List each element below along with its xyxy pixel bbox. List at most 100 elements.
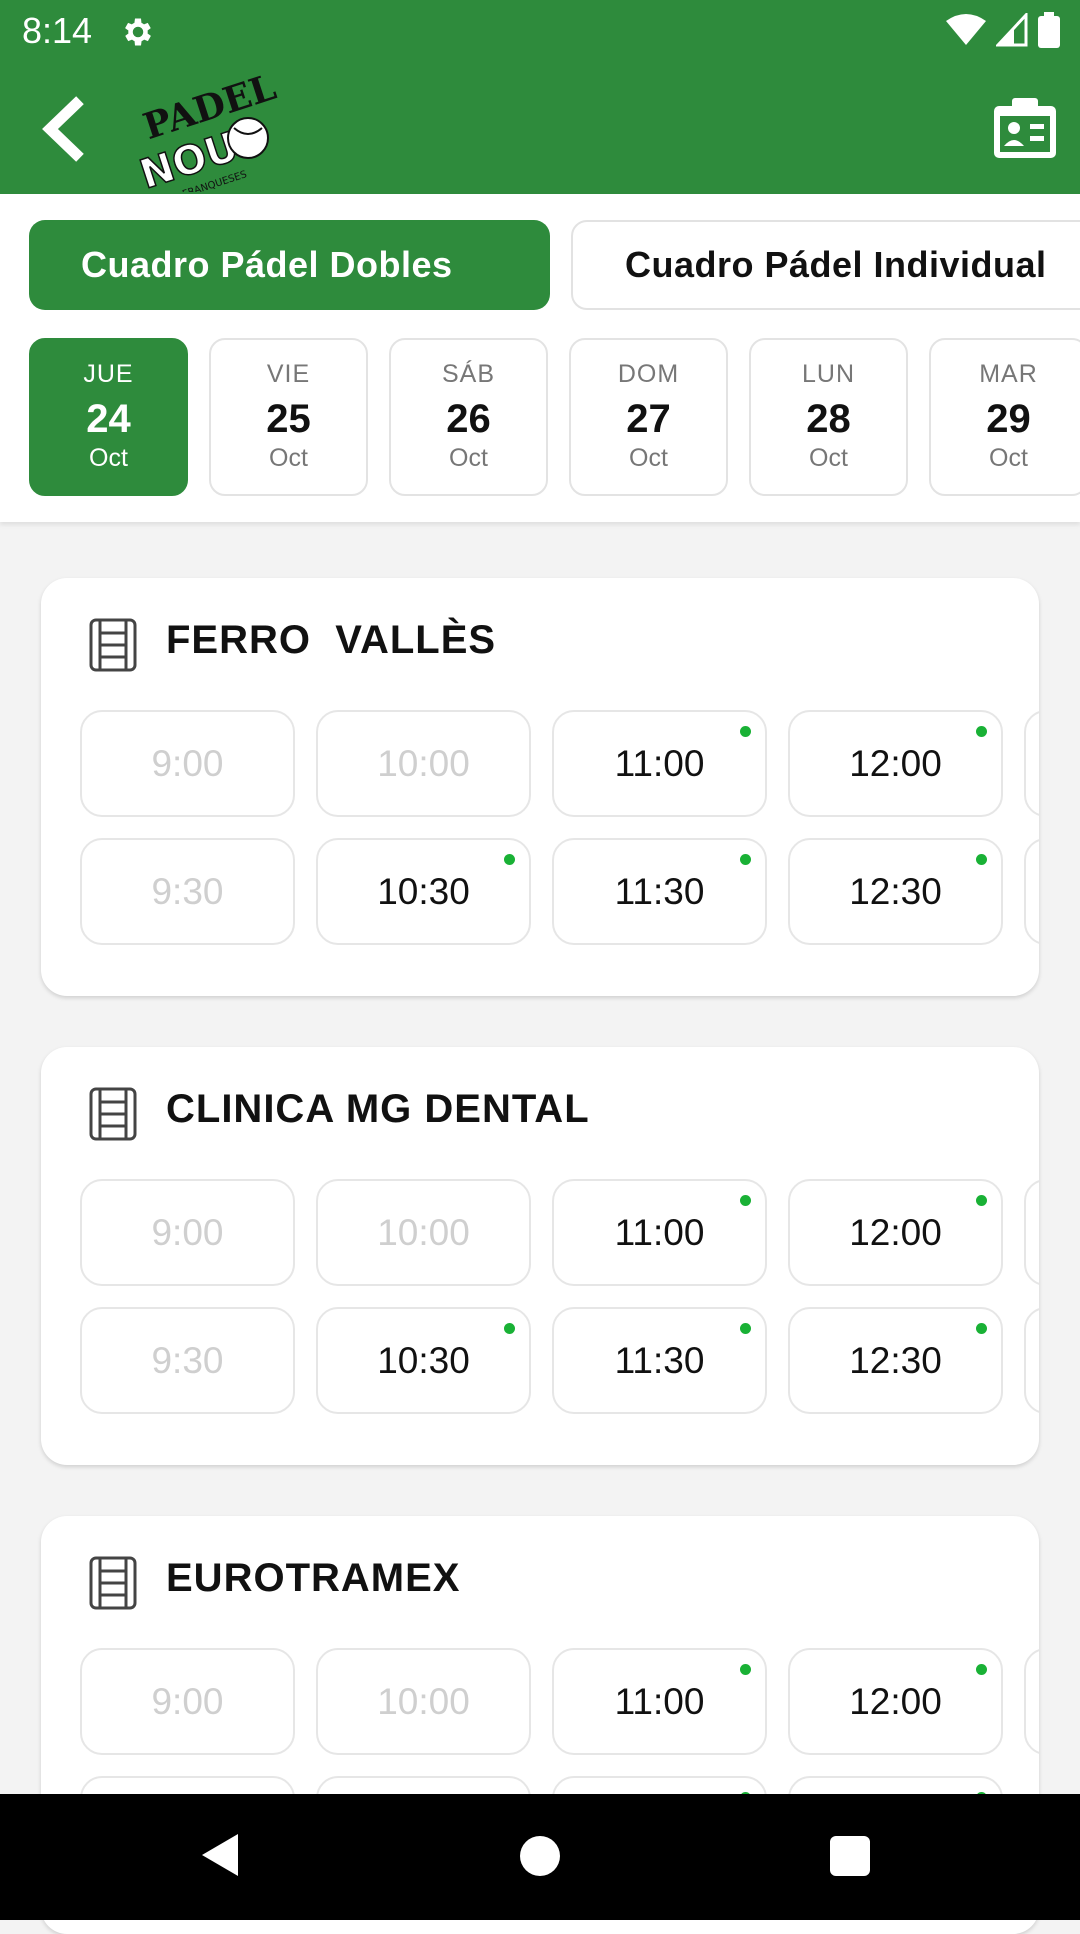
- filter-section: Cuadro Pádel Dobles Cuadro Pádel Individ…: [0, 194, 1080, 522]
- slot-time: 9:00: [151, 1211, 224, 1253]
- back-arrow-icon[interactable]: [36, 94, 96, 164]
- time-slot[interactable]: 11:30: [552, 838, 767, 945]
- weekday-label: JUE: [83, 360, 134, 388]
- month-label: Oct: [449, 444, 488, 472]
- available-dot: [976, 1664, 987, 1675]
- month-label: Oct: [989, 444, 1028, 472]
- available-dot: [976, 1195, 987, 1206]
- date-chip-27[interactable]: DOM 27 Oct: [569, 338, 728, 496]
- slot-time: 12:00: [849, 1211, 942, 1253]
- available-dot: [976, 854, 987, 865]
- court-card-clinica-mg-dental: CLINICA MG DENTAL 9:00 10:00 11:00 12:00…: [41, 1047, 1039, 1465]
- slot-time: 10:00: [377, 1211, 470, 1253]
- slot-time: 11:30: [614, 1339, 705, 1381]
- tab-label: Cuadro Pádel Individual: [625, 244, 1047, 285]
- date-chip-24[interactable]: JUE 24 Oct: [29, 338, 188, 496]
- court-icon: [89, 618, 137, 672]
- id-card-icon[interactable]: [992, 96, 1058, 162]
- available-dot: [504, 1323, 515, 1334]
- settings-gear-icon: [125, 18, 151, 46]
- court-icon: [89, 1556, 137, 1610]
- tab-label: Cuadro Pádel Dobles: [81, 244, 453, 285]
- slot-time: 12:30: [849, 870, 942, 912]
- available-dot: [740, 1323, 751, 1334]
- slot-time: 11:30: [614, 870, 705, 912]
- available-dot: [740, 1195, 751, 1206]
- time-slot-partial[interactable]: [1024, 710, 1039, 817]
- time-slot-partial[interactable]: [1024, 1307, 1039, 1414]
- day-number: 26: [446, 397, 491, 441]
- slot-time: 9:00: [151, 1680, 224, 1722]
- time-slot[interactable]: 10:00: [316, 710, 531, 817]
- time-slot[interactable]: 11:30: [552, 1307, 767, 1414]
- weekday-label: VIE: [266, 360, 311, 388]
- court-name: CLINICA MG DENTAL: [166, 1087, 590, 1131]
- time-slot[interactable]: 11:00: [552, 710, 767, 817]
- time-slot[interactable]: 12:00: [788, 710, 1003, 817]
- date-chip-28[interactable]: LUN 28 Oct: [749, 338, 908, 496]
- available-dot: [504, 854, 515, 865]
- slot-time: 11:00: [614, 742, 705, 784]
- weekday-label: DOM: [617, 360, 680, 388]
- nav-back-icon[interactable]: [200, 1832, 240, 1878]
- date-chip-26[interactable]: SÁB 26 Oct: [389, 338, 548, 496]
- date-chip-25[interactable]: VIE 25 Oct: [209, 338, 368, 496]
- time-slot-partial[interactable]: [1024, 1179, 1039, 1286]
- tab-cuadro-padel-dobles[interactable]: Cuadro Pádel Dobles: [29, 220, 550, 310]
- available-dot: [740, 1664, 751, 1675]
- slot-time: 10:30: [377, 870, 470, 912]
- day-number: 29: [986, 397, 1031, 441]
- court-name: EUROTRAMEX: [166, 1556, 461, 1600]
- month-label: Oct: [629, 444, 668, 472]
- time-slot[interactable]: 12:00: [788, 1179, 1003, 1286]
- wifi-icon: [946, 14, 986, 45]
- month-label: Oct: [89, 444, 128, 472]
- weekday-label: LUN: [801, 360, 855, 388]
- time-slot[interactable]: 9:00: [80, 1648, 295, 1755]
- month-label: Oct: [269, 444, 308, 472]
- slot-time: 11:00: [614, 1211, 705, 1253]
- time-slot[interactable]: 10:00: [316, 1648, 531, 1755]
- available-dot: [976, 1323, 987, 1334]
- time-slot-partial[interactable]: [1024, 1648, 1039, 1755]
- day-number: 27: [626, 397, 671, 441]
- slot-time: 12:00: [849, 1680, 942, 1722]
- time-slot[interactable]: 12:00: [788, 1648, 1003, 1755]
- day-number: 28: [806, 397, 851, 441]
- month-label: Oct: [809, 444, 848, 472]
- padel-nou-logo: PADEL NOU LES FRANQUESES: [134, 68, 281, 192]
- court-card-ferro-valles: FERRO VALLÈS 9:00 10:00 11:00 12:00 9:30…: [41, 578, 1039, 996]
- available-dot: [740, 726, 751, 737]
- available-dot: [976, 726, 987, 737]
- slot-time: 9:30: [151, 1339, 224, 1381]
- day-number: 24: [86, 397, 131, 441]
- time-slot[interactable]: 9:00: [80, 1179, 295, 1286]
- date-chip-29[interactable]: MAR 29 Oct: [929, 338, 1080, 496]
- time-slot[interactable]: 10:30: [316, 838, 531, 945]
- app-bar: PADEL NOU LES FRANQUESES: [0, 64, 1080, 194]
- slot-time: 10:00: [377, 1680, 470, 1722]
- time-slot[interactable]: 9:00: [80, 710, 295, 817]
- weekday-label: MAR: [979, 360, 1038, 388]
- time-slot[interactable]: 12:30: [788, 838, 1003, 945]
- slot-time: 12:30: [849, 1339, 942, 1381]
- time-slot-partial[interactable]: [1024, 838, 1039, 945]
- slot-time: 11:00: [614, 1680, 705, 1722]
- tab-cuadro-padel-individual[interactable]: Cuadro Pádel Individual: [571, 220, 1080, 310]
- status-bar: 8:14: [0, 0, 1080, 64]
- time-slot[interactable]: 11:00: [552, 1179, 767, 1286]
- slot-time: 9:30: [151, 870, 224, 912]
- court-icon: [89, 1087, 137, 1141]
- time-slot[interactable]: 10:30: [316, 1307, 531, 1414]
- slot-time: 10:00: [377, 742, 470, 784]
- time-slot[interactable]: 11:00: [552, 1648, 767, 1755]
- time-slot[interactable]: 10:00: [316, 1179, 531, 1286]
- nav-home-icon[interactable]: [520, 1836, 560, 1876]
- slot-time: 12:00: [849, 742, 942, 784]
- time-slot[interactable]: 9:30: [80, 1307, 295, 1414]
- signal-icon: [996, 13, 1028, 47]
- time-slot[interactable]: 12:30: [788, 1307, 1003, 1414]
- time-slot[interactable]: 9:30: [80, 838, 295, 945]
- available-dot: [740, 854, 751, 865]
- nav-recents-icon[interactable]: [830, 1836, 870, 1876]
